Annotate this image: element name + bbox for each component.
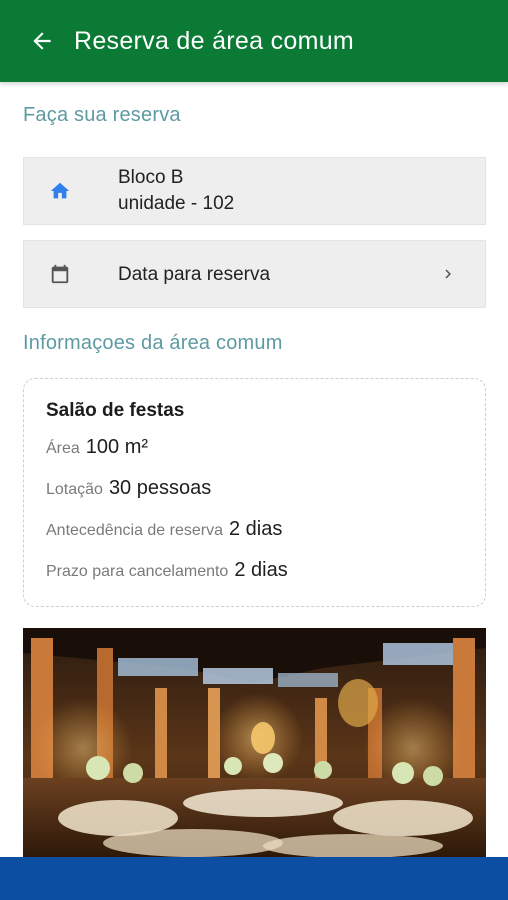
unit-label: unidade - 102 <box>118 193 235 214</box>
info-label: Lotação <box>46 481 103 498</box>
area-info-card: Salão de festas Área 100 m² Lotação 30 p… <box>23 378 486 607</box>
info-line-area: Área 100 m² <box>46 436 485 477</box>
unit-selector[interactable]: Bloco B unidade - 102 <box>23 157 486 225</box>
banquet-hall-image <box>23 628 486 860</box>
home-icon <box>48 179 72 203</box>
chevron-right-icon <box>445 269 451 279</box>
info-value: 2 dias <box>229 518 283 540</box>
info-value: 100 m² <box>85 436 149 458</box>
info-label: Área <box>46 440 80 457</box>
arrow-back-icon <box>33 32 51 50</box>
info-value: 2 dias <box>234 559 288 581</box>
app-bar: Reserva de área comum <box>0 0 508 82</box>
area-name: Salão de festas <box>46 400 185 421</box>
back-button[interactable] <box>26 25 58 57</box>
date-label: Data para reserva <box>118 264 271 285</box>
calendar-icon <box>48 262 72 286</box>
page-title: Reserva de área comum <box>74 26 355 55</box>
bottom-action-bar[interactable] <box>0 857 508 900</box>
info-value: 30 pessoas <box>108 477 212 499</box>
info-label: Prazo para cancelamento <box>46 563 229 580</box>
block-label: Bloco B <box>118 167 184 188</box>
info-line-cancel: Prazo para cancelamento 2 dias <box>46 559 485 600</box>
date-picker-row[interactable]: Data para reserva <box>23 240 486 308</box>
info-label: Antecedência de reserva <box>46 522 223 539</box>
unit-info: Bloco B unidade - 102 <box>118 165 234 217</box>
reservation-section-title: Faça sua reserva <box>23 104 181 126</box>
info-line-capacity: Lotação 30 pessoas <box>46 477 485 518</box>
area-photo <box>23 628 486 860</box>
info-line-advance: Antecedência de reserva 2 dias <box>46 518 485 559</box>
area-info-section-title: Informaçoes da área comum <box>23 332 283 354</box>
